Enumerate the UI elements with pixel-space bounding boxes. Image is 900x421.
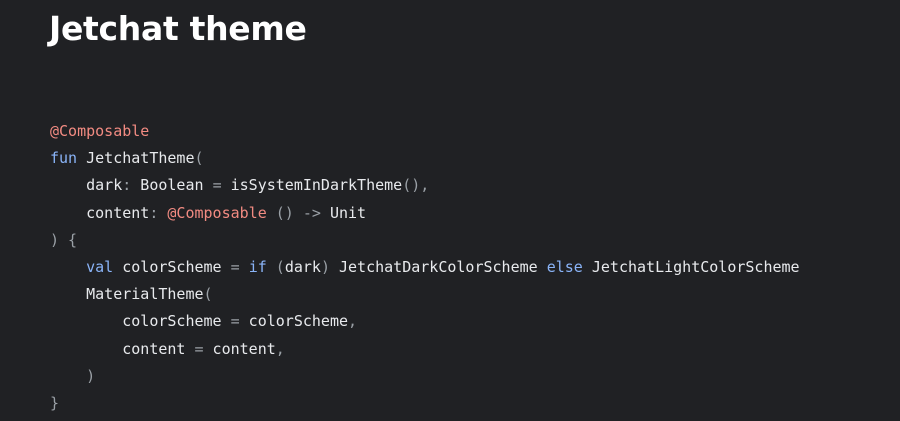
code-token: ) [320, 257, 330, 276]
code-token: ) { [50, 230, 78, 249]
code-token: @Composable [50, 122, 150, 140]
code-line: @Composable [50, 118, 800, 145]
code-token: , [348, 312, 358, 331]
slide: Jetchat theme @Composable fun JetchatThem… [0, 0, 900, 421]
code-token: : [122, 176, 132, 195]
code-line: colorScheme = colorScheme, [50, 308, 800, 335]
code-token: dark [284, 257, 321, 276]
code-token: () -> [275, 203, 321, 222]
code-token: JetchatTheme [77, 149, 195, 168]
code-line: ) [50, 363, 800, 390]
code-line: } [50, 390, 800, 417]
code-token: else [546, 257, 583, 276]
code-token: if [248, 257, 267, 276]
code-block: @Composable fun JetchatTheme( dark: Boole… [50, 118, 800, 417]
code-line: content = content, [50, 336, 800, 363]
code-token: = [230, 312, 240, 331]
code-token: colorScheme [239, 312, 349, 331]
code-token: (), [402, 176, 430, 195]
page-title: Jetchat theme [49, 9, 307, 48]
code-token: colorScheme [113, 257, 231, 276]
code-token: JetchatDarkColorScheme [329, 257, 547, 276]
code-token: @Composable [167, 203, 267, 222]
code-token: } [50, 393, 60, 412]
code-token: isSystemInDarkTheme [221, 176, 403, 195]
code-token: ) [50, 366, 96, 385]
code-token: ( [275, 257, 285, 276]
code-line: fun JetchatTheme( [50, 145, 800, 172]
code-token: = [212, 176, 222, 195]
code-line: MaterialTheme( [50, 281, 800, 308]
code-line: val colorScheme = if (dark) JetchatDarkC… [50, 254, 800, 281]
code-token: JetchatLightColorScheme [582, 257, 800, 276]
code-token: = [230, 257, 240, 276]
code-token: fun [50, 149, 78, 168]
code-token: dark [50, 176, 123, 195]
code-token: = [194, 339, 204, 358]
code-token: val [86, 257, 114, 276]
code-token: content [50, 339, 195, 358]
code-line: ) { [50, 227, 800, 254]
code-token: ( [203, 285, 213, 304]
code-token: Boolean [131, 176, 213, 195]
code-line: dark: Boolean = isSystemInDarkTheme(), [50, 172, 800, 199]
code-token: content [203, 339, 276, 358]
code-line: content: @Composable () -> Unit [50, 200, 800, 227]
code-token: ( [194, 149, 204, 168]
code-token: Unit [320, 203, 367, 222]
code-token: colorScheme [50, 312, 231, 331]
code-token: content [50, 203, 150, 222]
code-token: MaterialTheme [50, 285, 204, 304]
code-token: , [275, 339, 285, 358]
